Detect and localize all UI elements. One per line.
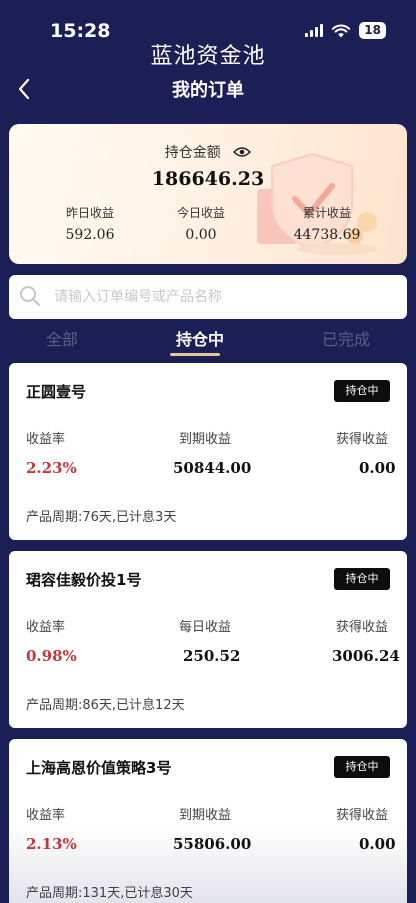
product-period: 产品周期:76天,已计息3天 [26, 510, 177, 525]
yesterday-income-label: 昨日收益 [65, 206, 114, 220]
search-input[interactable] [54, 275, 394, 319]
earned-income-label: 获得收益 [336, 432, 389, 447]
rate-label: 收益率 [26, 432, 66, 447]
signal-icon [305, 24, 324, 37]
holding-amount: 186646.23 [151, 168, 265, 190]
yesterday-income-value: 592.06 [65, 227, 115, 243]
tab-holding[interactable]: 持仓中 [150, 326, 250, 350]
earned-income-value: 0.00 [359, 459, 396, 477]
product-period: 产品周期:86天,已计息12天 [26, 698, 185, 713]
maturity-income-value: 55806.00 [173, 835, 252, 853]
rate-value: 0.98% [26, 647, 77, 665]
rate-label: 收益率 [26, 620, 66, 635]
order-tabs: 全部 持仓中 已完成 [0, 324, 416, 356]
earned-income-value: 0.00 [359, 835, 396, 853]
earned-income-label: 获得收益 [336, 808, 389, 823]
page-title: 我的订单 [172, 80, 244, 101]
order-card[interactable]: 珺容佳毅价投1号 持仓中 收益率 每日收益 获得收益 0.98% 250.52 … [9, 551, 407, 728]
daily-income-label: 每日收益 [179, 620, 232, 635]
today-income-label: 今日收益 [176, 206, 225, 220]
search-icon [20, 286, 40, 306]
total-income-label: 累计收益 [302, 206, 351, 220]
active-tab-indicator [170, 353, 220, 356]
maturity-income-label: 到期收益 [179, 432, 232, 447]
order-name: 正圆壹号 [26, 383, 87, 401]
tab-completed[interactable]: 已完成 [296, 326, 396, 350]
daily-income-value: 250.52 [183, 647, 241, 665]
holdings-summary-card: 持仓金额 186646.23 昨日收益 592.06 今日收益 0.00 累计收… [9, 124, 407, 264]
product-period: 产品周期:131天,已计息30天 [26, 886, 193, 901]
today-income-value: 0.00 [185, 227, 217, 243]
nav-bar: 我的订单 [0, 72, 416, 106]
rate-label: 收益率 [26, 808, 66, 823]
search-bar [9, 275, 407, 319]
maturity-income-label: 到期收益 [179, 808, 232, 823]
rate-value: 2.13% [26, 835, 77, 853]
holding-label-text: 持仓金额 [164, 145, 221, 161]
wifi-icon [332, 24, 351, 37]
total-income-value: 44738.69 [293, 227, 361, 243]
order-name: 珺容佳毅价投1号 [26, 571, 142, 589]
tab-all[interactable]: 全部 [12, 326, 112, 350]
rate-value: 2.23% [26, 459, 77, 477]
battery-indicator: 18 [359, 22, 386, 39]
status-badge: 持仓中 [334, 756, 390, 778]
maturity-income-value: 50844.00 [173, 459, 252, 477]
status-badge: 持仓中 [334, 568, 390, 590]
order-card[interactable]: 上海高恩价值策略3号 持仓中 收益率 到期收益 获得收益 2.13% 55806… [9, 739, 407, 903]
order-name: 上海高恩价值策略3号 [26, 759, 172, 777]
status-icons: 18 [305, 22, 386, 39]
order-card[interactable]: 正圆壹号 持仓中 收益率 到期收益 获得收益 2.23% 50844.00 0.… [9, 363, 407, 540]
app-title: 蓝池资金池 [150, 44, 266, 69]
eye-icon[interactable] [233, 146, 252, 158]
status-badge: 持仓中 [334, 380, 390, 402]
earned-income-label: 获得收益 [336, 620, 389, 635]
earned-income-value: 3006.24 [332, 647, 400, 665]
holding-amount-label: 持仓金额 [9, 142, 407, 162]
